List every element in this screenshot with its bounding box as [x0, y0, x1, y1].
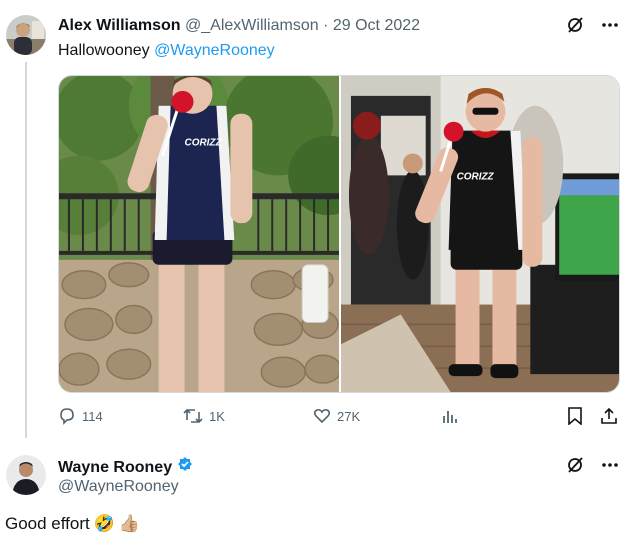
avatar[interactable]: [6, 15, 46, 55]
tweet-text-body: Hallowooney: [58, 42, 155, 59]
retweet-button[interactable]: 1K: [183, 407, 225, 425]
mention-link[interactable]: @WayneRooney: [154, 42, 275, 59]
reply-text-body: Good effort: [5, 514, 90, 533]
tweet-top-actions: [566, 16, 620, 34]
retweet-count: 1K: [209, 408, 225, 424]
photo-right-shirt-print: CORIZZ: [457, 171, 495, 182]
heart-icon: [313, 407, 331, 425]
bookmark-icon: [567, 407, 583, 425]
reply-icon: [58, 407, 76, 425]
tweet-action-bar: 114 1K 27K: [58, 407, 620, 429]
thumbs-up-emoji: 👍🏼: [118, 514, 141, 533]
reply-button[interactable]: 114: [58, 407, 103, 425]
reply-header: Wayne Rooney: [58, 456, 194, 479]
reply-top-actions: [566, 456, 620, 479]
views-button[interactable]: [441, 407, 459, 425]
grok-slash-icon[interactable]: [566, 456, 584, 479]
like-button[interactable]: 27K: [313, 407, 360, 425]
author-name[interactable]: Alex Williamson: [58, 17, 181, 34]
share-icon: [600, 407, 618, 425]
reply-author[interactable]: Wayne Rooney: [58, 456, 194, 479]
tweet-date[interactable]: 29 Oct 2022: [333, 17, 420, 34]
reply-avatar[interactable]: [6, 455, 46, 495]
like-count: 27K: [337, 408, 361, 424]
author-handle[interactable]: @_AlexWilliamson: [185, 17, 319, 34]
views-chart-icon: [441, 407, 459, 425]
retweet-icon: [183, 407, 203, 425]
photo-right[interactable]: CORIZZ: [341, 76, 619, 392]
more-dots-icon[interactable]: [600, 16, 620, 34]
photo-left[interactable]: CORIZZ: [59, 76, 339, 392]
reply-author-name[interactable]: Wayne Rooney: [58, 459, 172, 477]
rofl-emoji: 🤣: [93, 514, 115, 533]
share-button[interactable]: [600, 407, 618, 425]
separator: ·: [323, 17, 329, 34]
grok-slash-icon[interactable]: [566, 16, 584, 34]
tweet-header: Alex Williamson @_AlexWilliamson · 29 Oc…: [58, 17, 572, 35]
verified-badge-icon: [176, 456, 194, 479]
tweet-text: Hallowooney @WayneRooney: [58, 42, 275, 60]
tweet-media[interactable]: CORIZZ CORIZZ: [58, 75, 620, 393]
more-dots-icon[interactable]: [600, 456, 620, 479]
photo-left-shirt-print: CORIZZ: [185, 138, 223, 149]
reply-count: 114: [82, 408, 103, 424]
reply-text: Good effort 🤣 👍🏼: [5, 514, 140, 534]
bookmark-button[interactable]: [567, 407, 583, 425]
reply-handle[interactable]: @WayneRooney: [58, 478, 179, 496]
thread-line: [25, 62, 27, 438]
